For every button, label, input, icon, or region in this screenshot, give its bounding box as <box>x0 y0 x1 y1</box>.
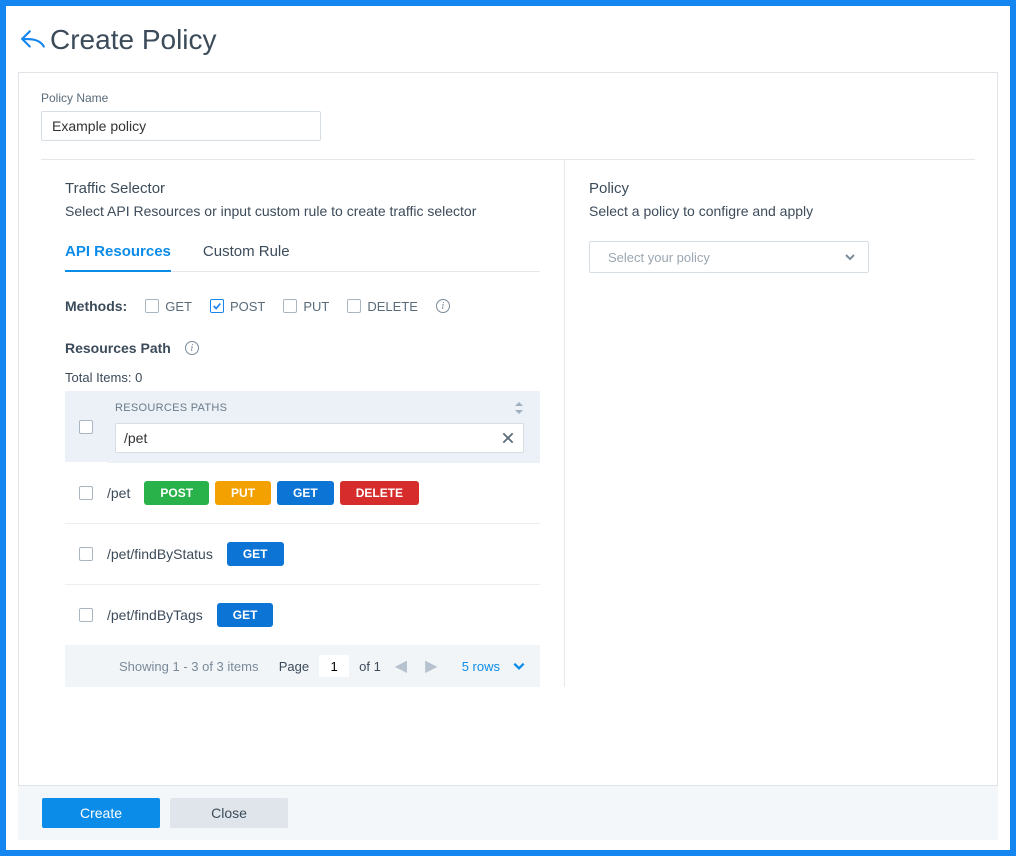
method-post-checkbox[interactable]: POST <box>210 299 265 314</box>
close-button[interactable]: Close <box>170 798 288 828</box>
traffic-selector-title: Traffic Selector <box>65 180 540 197</box>
page-title: Create Policy <box>50 24 217 56</box>
policy-column: Policy Select a policy to configre and a… <box>565 160 975 687</box>
path-filter-box <box>115 423 524 453</box>
resources-path-label: Resources Path <box>65 340 171 356</box>
prev-page-icon[interactable]: ◀ <box>391 656 411 676</box>
badge-get: GET <box>277 481 334 505</box>
rows-per-page-select[interactable]: 5 rows <box>462 659 526 674</box>
page-input[interactable] <box>319 655 349 677</box>
path-filter-input[interactable] <box>124 430 501 446</box>
badge-post: POST <box>144 481 209 505</box>
policy-title: Policy <box>589 180 951 197</box>
resources-path-info-icon[interactable]: i <box>185 341 199 355</box>
badge-get: GET <box>217 603 274 627</box>
row-path: /pet <box>107 485 130 501</box>
create-policy-window: Create Policy Policy Name Traffic Select… <box>6 6 1010 850</box>
row-path: /pet/findByTags <box>107 607 203 623</box>
policy-name-label: Policy Name <box>41 91 975 105</box>
row-checkbox[interactable] <box>79 486 93 500</box>
checkbox-checked-icon <box>210 299 224 313</box>
next-page-icon[interactable]: ▶ <box>421 656 441 676</box>
tab-api-resources[interactable]: API Resources <box>65 237 171 272</box>
policy-subtitle: Select a policy to configre and apply <box>589 203 951 219</box>
select-all-checkbox[interactable] <box>79 420 93 434</box>
page-header: Create Policy <box>6 6 1010 64</box>
checkbox-icon <box>145 299 159 313</box>
method-delete-label: DELETE <box>367 299 418 314</box>
method-get-label: GET <box>165 299 192 314</box>
resources-table: RESOURCES PATHS /pet POST <box>65 391 540 687</box>
resources-path-row: Resources Path i <box>65 340 540 356</box>
column-header-paths[interactable]: RESOURCES PATHS <box>115 402 227 414</box>
badge-get: GET <box>227 542 284 566</box>
page-of-label: of 1 <box>359 659 381 674</box>
selector-tabs: API Resources Custom Rule <box>65 237 540 272</box>
traffic-selector-column: Traffic Selector Select API Resources or… <box>41 160 565 687</box>
chevron-down-icon <box>512 659 526 673</box>
back-arrow-icon[interactable] <box>20 27 46 53</box>
method-put-checkbox[interactable]: PUT <box>283 299 329 314</box>
methods-label: Methods: <box>65 298 127 314</box>
tab-custom-rule[interactable]: Custom Rule <box>203 237 290 272</box>
table-header: RESOURCES PATHS <box>65 391 540 463</box>
methods-row: Methods: GET POST PUT <box>65 298 540 314</box>
main-panel: Policy Name Traffic Selector Select API … <box>18 72 998 786</box>
showing-text: Showing 1 - 3 of 3 items <box>119 659 258 674</box>
total-items-text: Total Items: 0 <box>65 370 540 385</box>
table-footer: Showing 1 - 3 of 3 items Page of 1 ◀ ▶ 5… <box>65 645 540 687</box>
policy-select[interactable]: Select your policy <box>589 241 869 273</box>
method-post-label: POST <box>230 299 265 314</box>
checkbox-icon <box>283 299 297 313</box>
methods-info-icon[interactable]: i <box>436 299 450 313</box>
row-path: /pet/findByStatus <box>107 546 213 562</box>
create-button[interactable]: Create <box>42 798 160 828</box>
method-put-label: PUT <box>303 299 329 314</box>
page-label: Page <box>279 659 309 674</box>
two-column-layout: Traffic Selector Select API Resources or… <box>41 160 975 687</box>
footer-bar: Create Close <box>18 786 998 840</box>
rows-label: 5 rows <box>462 659 500 674</box>
table-row: /pet POST PUT GET DELETE <box>65 463 540 524</box>
table-row: /pet/findByTags GET <box>65 585 540 645</box>
clear-filter-icon[interactable] <box>501 431 515 445</box>
traffic-selector-subtitle: Select API Resources or input custom rul… <box>65 203 540 219</box>
policy-name-input[interactable] <box>41 111 321 141</box>
method-get-checkbox[interactable]: GET <box>145 299 192 314</box>
policy-select-placeholder: Select your policy <box>608 250 710 265</box>
chevron-down-icon <box>844 251 856 263</box>
sort-icon[interactable] <box>514 401 524 415</box>
table-row: /pet/findByStatus GET <box>65 524 540 585</box>
badge-put: PUT <box>215 481 271 505</box>
policy-name-field: Policy Name <box>41 91 975 141</box>
badge-delete: DELETE <box>340 481 419 505</box>
row-checkbox[interactable] <box>79 608 93 622</box>
row-checkbox[interactable] <box>79 547 93 561</box>
method-delete-checkbox[interactable]: DELETE <box>347 299 418 314</box>
checkbox-icon <box>347 299 361 313</box>
